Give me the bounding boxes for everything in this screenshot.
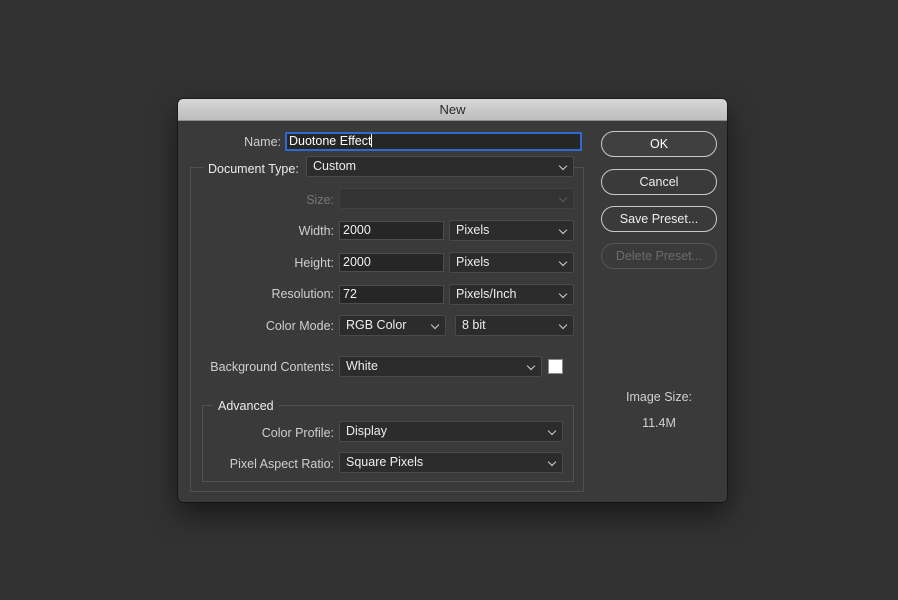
chevron-down-icon (558, 289, 568, 299)
size-select (339, 188, 574, 209)
name-input-value: Duotone Effect (289, 134, 372, 148)
size-label: Size: (306, 193, 334, 207)
height-unit-select[interactable]: Pixels (449, 252, 574, 273)
save-preset-button[interactable]: Save Preset... (601, 206, 717, 232)
color-profile-select[interactable]: Display (339, 421, 563, 442)
background-contents-value: White (346, 359, 378, 373)
pixel-aspect-ratio-select[interactable]: Square Pixels (339, 452, 563, 473)
document-type-label: Document Type: (204, 162, 308, 176)
bit-depth-select[interactable]: 8 bit (455, 315, 574, 336)
width-label: Width: (298, 224, 334, 238)
cancel-button[interactable]: Cancel (601, 169, 717, 195)
ok-button[interactable]: OK (601, 131, 717, 157)
chevron-down-icon (558, 225, 568, 235)
color-mode-value: RGB Color (346, 318, 407, 332)
background-contents-select[interactable]: White (339, 356, 542, 377)
resolution-unit-select[interactable]: Pixels/Inch (449, 284, 574, 305)
chevron-down-icon (558, 193, 568, 203)
document-type-select[interactable]: Custom (306, 156, 574, 177)
color-profile-label: Color Profile: (261, 426, 334, 440)
color-mode-select[interactable]: RGB Color (339, 315, 446, 336)
resolution-input[interactable]: 72 (339, 285, 444, 304)
delete-preset-button: Delete Preset... (601, 243, 717, 269)
new-document-dialog: New Name: Duotone Effect Document Type: … (178, 99, 727, 502)
chevron-down-icon (526, 361, 536, 371)
resolution-unit-value: Pixels/Inch (456, 287, 517, 301)
color-profile-value: Display (346, 424, 387, 438)
chevron-down-icon (547, 426, 557, 436)
pixel-aspect-ratio-label: Pixel Aspect Ratio: (229, 457, 334, 471)
resolution-label: Resolution: (271, 287, 334, 301)
text-caret (371, 134, 373, 147)
name-input[interactable]: Duotone Effect (285, 132, 582, 151)
name-label: Name: (244, 135, 281, 149)
width-unit-value: Pixels (456, 223, 490, 237)
height-input[interactable]: 2000 (339, 253, 444, 272)
chevron-down-icon (558, 257, 568, 267)
width-unit-select[interactable]: Pixels (449, 220, 574, 241)
chevron-down-icon (547, 457, 557, 467)
document-type-value: Custom (313, 159, 357, 173)
advanced-label: Advanced (213, 399, 279, 413)
width-input[interactable]: 2000 (339, 221, 444, 240)
background-contents-label: Background Contents: (210, 360, 334, 374)
image-size-label: Image Size: (625, 390, 692, 404)
chevron-down-icon (430, 320, 440, 330)
height-unit-value: Pixels (456, 255, 490, 269)
chevron-down-icon (558, 161, 568, 171)
dialog-title: New (178, 99, 727, 121)
pixel-aspect-ratio-value: Square Pixels (346, 455, 424, 469)
background-color-swatch[interactable] (548, 359, 563, 374)
chevron-down-icon (558, 320, 568, 330)
height-label: Height: (294, 256, 334, 270)
image-size-value: 11.4M (642, 416, 676, 430)
bit-depth-value: 8 bit (462, 318, 486, 332)
color-mode-label: Color Mode: (265, 319, 334, 333)
